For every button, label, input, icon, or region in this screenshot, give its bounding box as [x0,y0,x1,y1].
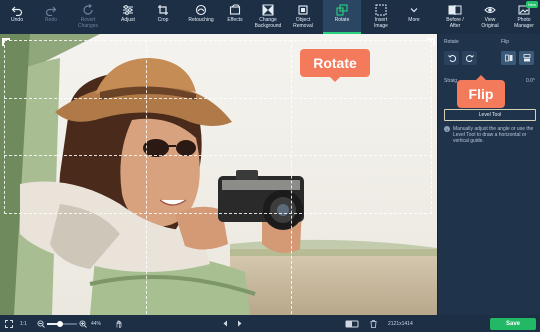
crop-label: Crop [157,17,169,23]
insert-image-icon [375,3,387,16]
image-dimensions: 2121x1414 [388,320,413,327]
object-removal-button[interactable]: Object Removal [287,0,319,34]
flip-callout: Flip [457,75,505,108]
rotate-hint-text: Manually adjust the angle or use the Lev… [453,126,534,144]
info-icon: i [444,126,450,132]
retouch-icon [195,3,207,16]
rotate-label: Rotate [334,17,350,23]
effects-button[interactable]: Effects [221,0,249,34]
top-toolbar: Undo Redo Revert Changes Adjust Crop Ret… [0,0,540,34]
straighten-value: 0.0° [526,78,535,84]
undo-button[interactable]: Undo [2,0,32,34]
adjust-label: Adjust [121,17,135,23]
zoom-slider[interactable] [47,315,77,332]
insert-image-button[interactable]: Insert Image [364,0,398,34]
bottom-bar: 1:1 44% 2121x1414 [0,315,540,332]
rotate-tab[interactable]: Rotate [323,0,361,34]
change-background-button[interactable]: Change Background [251,0,285,34]
sliders-icon [122,3,134,16]
new-badge: New [525,1,538,8]
straighten-label: Straig [444,78,458,84]
crop-handle-top-right[interactable] [427,38,435,46]
flip-section-label: Flip [501,39,510,45]
more-button[interactable]: More [400,0,428,34]
crop-icon [157,3,169,16]
photo-image [0,34,437,315]
view-original-button[interactable]: View Original [474,0,506,34]
zoom-slider-handle[interactable] [57,320,64,327]
before-after-icon [448,3,462,16]
view-original-label: View Original [481,17,499,29]
effects-label: Effects [227,17,243,23]
zoom-out-icon[interactable] [37,315,45,332]
crop-button[interactable]: Crop [148,0,178,34]
redo-label: Redo [45,17,57,23]
retouching-label: Retouching [188,17,214,23]
redo-icon [45,3,57,16]
photo-manager-label: Photo Manager [514,17,534,29]
rotate-right-button[interactable] [462,51,477,65]
flip-horizontal-button[interactable] [501,51,516,65]
eye-icon [484,3,496,16]
previous-image-icon[interactable] [222,315,229,332]
revert-changes-button[interactable]: Revert Changes [72,0,104,34]
photo-editor-window: Undo Redo Revert Changes Adjust Crop Ret… [0,0,540,332]
crop-handle-top-left[interactable] [2,38,10,46]
flip-horizontal-icon [504,54,512,62]
before-after-button[interactable]: Before / After [439,0,471,34]
flip-vertical-icon [523,54,530,62]
rotate-icon [336,3,348,16]
actual-size-button[interactable]: 1:1 [20,315,27,332]
trash-icon[interactable] [370,315,377,332]
chevron-down-icon [409,3,419,16]
rotate-section-label: Rotate [444,39,459,45]
adjust-button[interactable]: Adjust [113,0,143,34]
before-after-label: Before / After [446,17,464,29]
zoom-in-icon[interactable] [79,315,87,332]
eraser-icon [297,3,309,16]
zoom-slider-track [47,320,77,327]
fit-screen-icon[interactable] [5,315,13,332]
redo-button[interactable]: Redo [36,0,66,34]
undo-icon [11,3,23,16]
flip-vertical-button[interactable] [519,51,534,65]
rotate-panel: Rotate Flip Straig 0.0° Level Tool i Man… [437,34,540,315]
rotate-callout: Rotate [300,49,370,82]
effects-icon [229,3,241,16]
level-tool-button[interactable]: Level Tool [444,109,536,121]
photo-manager-button[interactable]: Photo Manager New [508,0,540,34]
insert-image-label: Insert Image [374,17,388,29]
rotate-right-icon [465,55,474,62]
retouching-button[interactable]: Retouching [184,0,218,34]
change-background-label: Change Background [254,17,282,29]
image-canvas[interactable]: Rotate [0,34,437,315]
revert-label: Revert Changes [77,17,98,29]
rotate-left-button[interactable] [444,51,459,65]
rotate-left-icon [447,55,456,62]
zoom-percentage: 44% [91,320,102,327]
hand-tool-icon[interactable] [115,315,123,332]
save-button[interactable]: Save [490,318,536,330]
object-removal-label: Object Removal [293,17,313,29]
undo-label: Undo [11,17,23,23]
background-icon [262,3,274,16]
revert-icon [82,3,94,16]
compare-view-icon[interactable] [345,315,359,332]
next-image-icon[interactable] [236,315,243,332]
more-label: More [408,17,420,23]
